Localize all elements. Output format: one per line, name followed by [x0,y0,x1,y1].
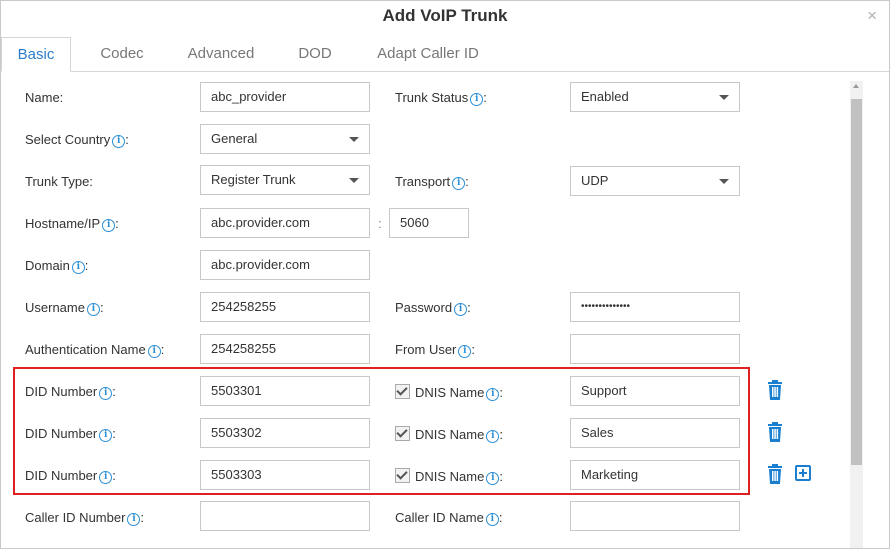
info-icon[interactable]: i [454,303,468,316]
username-label: Username i: [25,300,104,316]
did-number-input[interactable]: 5503302 [200,418,370,448]
trash-icon[interactable] [767,422,783,442]
info-icon[interactable]: i [112,135,126,148]
info-icon[interactable]: i [485,513,499,526]
select-country-select[interactable]: General [200,124,370,154]
chevron-down-icon [719,179,729,184]
caller-id-number-input[interactable] [200,501,370,531]
auth-name-input[interactable]: 254258255 [200,334,370,364]
info-icon[interactable]: i [486,388,500,401]
from-user-input[interactable] [570,334,740,364]
tab-advanced[interactable]: Advanced [176,37,266,70]
dnis-name-input[interactable]: Support [570,376,740,406]
scrollbar[interactable] [850,81,863,548]
hostname-input[interactable]: abc.provider.com [200,208,370,238]
name-input[interactable]: abc_provider [200,82,370,112]
info-icon[interactable]: i [458,345,472,358]
password-label: Password i: [395,300,471,316]
info-icon[interactable]: i [486,472,500,485]
did-number-label: DID Number i: [25,426,116,442]
info-icon[interactable]: i [147,345,161,358]
info-icon[interactable]: i [127,513,141,526]
caller-id-name-label: Caller ID Name i: [395,510,503,526]
scrollbar-thumb[interactable] [851,99,862,465]
trunk-status-select[interactable]: Enabled [570,82,740,112]
transport-select[interactable]: UDP [570,166,740,196]
dialog-title: Add VoIP Trunk [382,6,508,25]
dnis-name-label: DNIS Name i: [395,384,503,401]
add-icon[interactable] [795,465,811,481]
chevron-down-icon [719,95,729,100]
transport-label: Transport i: [395,174,469,190]
tab-codec[interactable]: Codec [83,37,161,70]
did-number-input[interactable]: 5503303 [200,460,370,490]
did-number-label: DID Number i: [25,468,116,484]
name-label: Name: [25,90,64,105]
chevron-down-icon [349,137,359,142]
username-input[interactable]: 254258255 [200,292,370,322]
tab-adapt-caller-id[interactable]: Adapt Caller ID [363,37,493,70]
dnis-name-input[interactable]: Marketing [570,460,740,490]
from-user-label: From User i: [395,342,476,358]
info-icon[interactable]: i [470,93,484,106]
info-icon[interactable]: i [86,303,100,316]
tab-bar: Basic Codec Advanced DOD Adapt Caller ID [1,37,889,72]
trash-icon[interactable] [767,380,783,400]
info-icon[interactable]: i [452,177,466,190]
dnis-checkbox[interactable] [395,384,410,399]
trash-icon[interactable] [767,464,783,484]
did-number-label: DID Number i: [25,384,116,400]
chevron-down-icon [349,178,359,183]
port-separator: : [378,216,382,231]
dnis-name-input[interactable]: Sales [570,418,740,448]
domain-input[interactable]: abc.provider.com [200,250,370,280]
dnis-checkbox[interactable] [395,468,410,483]
select-country-label: Select Country i: [25,132,129,148]
scroll-up-arrow-icon[interactable] [853,84,859,88]
port-input[interactable]: 5060 [389,208,469,238]
info-icon[interactable]: i [102,219,116,232]
password-input[interactable]: •••••••••••••• [570,292,740,322]
tab-dod[interactable]: DOD [283,37,347,70]
trunk-type-label: Trunk Type: [25,174,93,189]
info-icon[interactable]: i [99,471,113,484]
trunk-type-select[interactable]: Register Trunk [200,165,370,195]
auth-name-label: Authentication Name i: [25,342,165,358]
hostname-label: Hostname/IP i: [25,216,119,232]
trunk-status-label: Trunk Status i: [395,90,487,106]
close-icon[interactable]: × [867,6,877,26]
info-icon[interactable]: i [99,429,113,442]
info-icon[interactable]: i [71,261,85,274]
dnis-name-label: DNIS Name i: [395,426,503,443]
caller-id-name-input[interactable] [570,501,740,531]
dnis-checkbox[interactable] [395,426,410,441]
info-icon[interactable]: i [99,387,113,400]
dnis-name-label: DNIS Name i: [395,468,503,485]
did-number-input[interactable]: 5503301 [200,376,370,406]
info-icon[interactable]: i [486,430,500,443]
caller-id-number-label: Caller ID Number i: [25,510,145,526]
add-voip-trunk-dialog: Add VoIP Trunk × Basic Codec Advanced DO… [0,0,890,549]
tab-basic[interactable]: Basic [1,37,71,72]
domain-label: Domain i: [25,258,89,274]
